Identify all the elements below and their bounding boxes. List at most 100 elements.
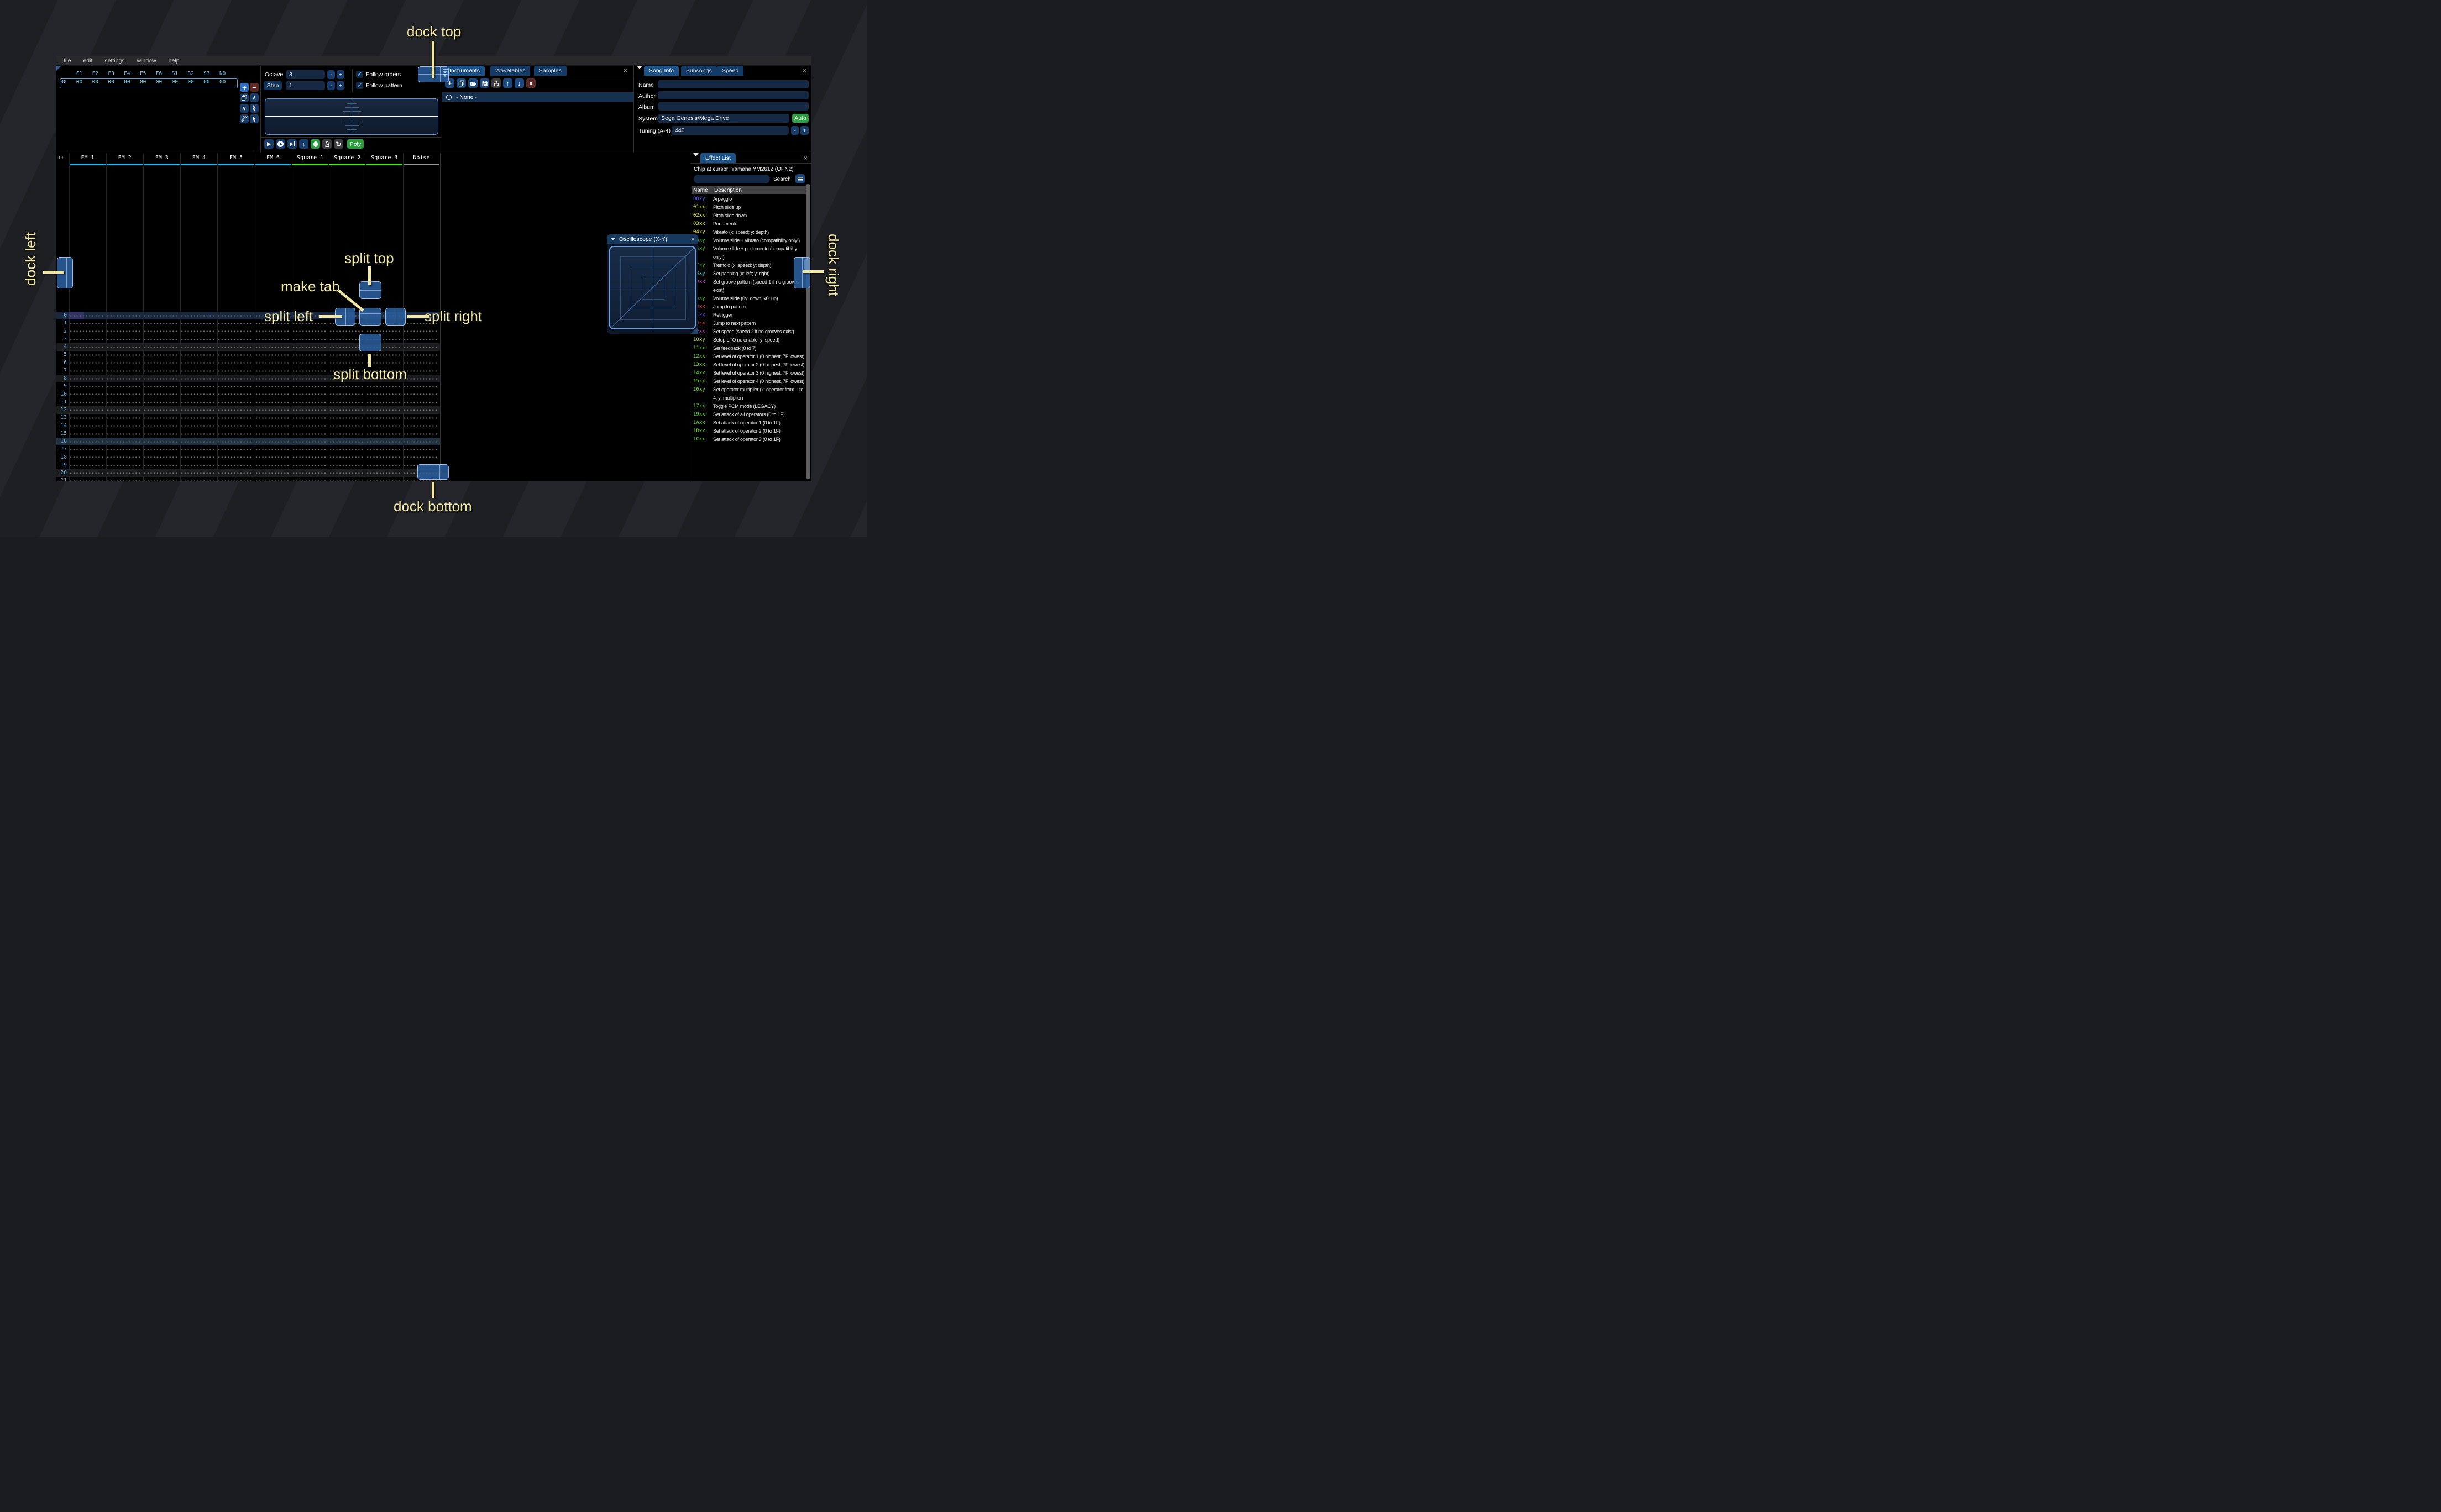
pattern-row[interactable]: 14 [56, 422, 440, 430]
pattern-cell[interactable] [107, 327, 141, 335]
pattern-cell[interactable] [70, 351, 104, 359]
pattern-cell[interactable] [144, 477, 178, 481]
pattern-cell[interactable] [218, 414, 252, 422]
effect-row-0cxx[interactable]: 0Cxx Retrigger [693, 311, 806, 319]
pattern-view[interactable]: ++ FM 1 FM 2 FM 3 FM 4 FM 5 FM 6 Square 1 Squar… [56, 153, 440, 481]
instrument-move-down-button[interactable]: ↓ [515, 78, 524, 88]
pattern-cell[interactable] [144, 319, 178, 328]
tuning-increase-button[interactable]: + [800, 126, 809, 135]
pattern-cell[interactable] [329, 445, 363, 454]
close-icon[interactable]: × [624, 67, 627, 74]
pattern-cell[interactable] [292, 366, 326, 375]
pattern-cell[interactable] [144, 438, 178, 446]
pattern-cell[interactable] [403, 406, 437, 414]
pattern-cell[interactable] [366, 477, 400, 481]
pattern-corner-button[interactable]: ++ [58, 155, 64, 161]
pattern-cell[interactable] [218, 445, 252, 454]
pattern-cell[interactable] [144, 453, 178, 461]
octave-decrease-button[interactable]: - [327, 70, 335, 79]
pattern-cell[interactable] [255, 382, 289, 391]
effect-search-input[interactable] [694, 175, 770, 183]
pattern-cell[interactable] [292, 453, 326, 461]
pattern-cell[interactable] [255, 469, 289, 477]
octave-increase-button[interactable]: + [337, 70, 344, 79]
pattern-cell[interactable] [366, 445, 400, 454]
pattern-row[interactable]: 18 [56, 453, 440, 461]
pattern-cell[interactable] [107, 312, 141, 320]
pattern-cell[interactable] [366, 453, 400, 461]
pattern-cell[interactable] [70, 335, 104, 343]
pattern-cell[interactable] [403, 366, 437, 375]
pattern-cell[interactable] [403, 453, 437, 461]
split-bottom-target[interactable] [359, 334, 381, 351]
pattern-cell[interactable] [70, 319, 104, 328]
pattern-cell[interactable] [70, 366, 104, 375]
effect-row-05xy[interactable]: 05xy Volume slide + vibrato (compatibilit… [693, 237, 806, 245]
pattern-cell[interactable] [403, 335, 437, 343]
order-change-mode-button[interactable] [240, 114, 249, 123]
stop-button[interactable]: ↓ [299, 139, 308, 149]
pattern-cell[interactable] [107, 343, 141, 351]
tab-instruments[interactable]: Instruments [444, 66, 485, 76]
pattern-cell[interactable] [329, 382, 363, 391]
pattern-cell[interactable] [403, 429, 437, 438]
pattern-cell[interactable] [329, 477, 363, 481]
tab-subsongs[interactable]: Subsongs [681, 66, 717, 76]
effect-row-01xx[interactable]: 01xx Pitch slide up [693, 203, 806, 212]
pattern-cell[interactable] [255, 445, 289, 454]
pattern-cell[interactable] [218, 312, 252, 320]
pattern-cell[interactable] [366, 429, 400, 438]
pattern-cell[interactable] [329, 406, 363, 414]
pattern-cell[interactable] [107, 366, 141, 375]
effect-row-0bxx[interactable]: 0Bxx Jump to pattern [693, 303, 806, 311]
pattern-cell[interactable] [329, 351, 363, 359]
pattern-cell[interactable] [144, 461, 178, 469]
pattern-cell[interactable] [218, 429, 252, 438]
orders-row[interactable]: 00 00 00 00 00 00 00 00 00 00 00 [56, 79, 255, 87]
pattern-cell[interactable] [181, 335, 215, 343]
pattern-cell[interactable] [218, 422, 252, 430]
pattern-cell[interactable] [218, 398, 252, 406]
pattern-cell[interactable] [144, 398, 178, 406]
pattern-row[interactable]: 5 [56, 351, 440, 359]
channel-header-square-1[interactable]: Square 1 [292, 155, 329, 161]
pattern-cell[interactable] [292, 422, 326, 430]
order-cell[interactable]: 00 [87, 79, 103, 85]
pattern-cell[interactable] [255, 453, 289, 461]
pattern-cell[interactable] [181, 382, 215, 391]
name-input[interactable] [658, 80, 809, 88]
pattern-cell[interactable] [107, 382, 141, 391]
pattern-cell[interactable] [70, 445, 104, 454]
tab-effect-list[interactable]: Effect List [700, 153, 736, 163]
pattern-cell[interactable] [218, 438, 252, 446]
tab-song-info[interactable]: Song Info [644, 66, 679, 76]
pattern-cell[interactable] [107, 319, 141, 328]
pattern-cell[interactable] [181, 438, 215, 446]
pattern-cell[interactable] [218, 390, 252, 398]
pattern-cell[interactable] [144, 445, 178, 454]
channel-header-fm-2[interactable]: FM 2 [106, 155, 143, 161]
effect-row-19xx[interactable]: 19xx Set attack of all operators (0 to 1F… [693, 411, 806, 419]
channel-header-fm-5[interactable]: FM 5 [217, 155, 254, 161]
pattern-cell[interactable] [181, 359, 215, 367]
pattern-cell[interactable] [107, 375, 141, 383]
pattern-cell[interactable] [292, 375, 326, 383]
pattern-cell[interactable] [403, 359, 437, 367]
effect-row-09xx[interactable]: 09xx Set groove pattern (speed 1 if no gr… [693, 278, 806, 295]
pattern-row[interactable]: 16 [56, 438, 440, 446]
instrument-delete-button[interactable]: × [526, 78, 536, 88]
pattern-cell[interactable] [181, 327, 215, 335]
pattern-cell[interactable] [292, 327, 326, 335]
pattern-cell[interactable] [181, 477, 215, 481]
pattern-cell[interactable] [218, 359, 252, 367]
author-input[interactable] [658, 91, 809, 99]
pattern-cell[interactable] [181, 319, 215, 328]
pattern-cell[interactable] [218, 351, 252, 359]
order-cell[interactable]: 00 [167, 79, 182, 85]
pattern-cell[interactable] [366, 390, 400, 398]
octave-input[interactable]: 3 [286, 70, 325, 79]
pattern-cell[interactable] [181, 429, 215, 438]
pattern-row[interactable]: 17 [56, 445, 440, 454]
pattern-row[interactable]: 21 [56, 477, 440, 481]
effect-rows[interactable]: 00xy Arpeggio 01xx Pitch slide up 02xx Pitch … [693, 195, 806, 481]
